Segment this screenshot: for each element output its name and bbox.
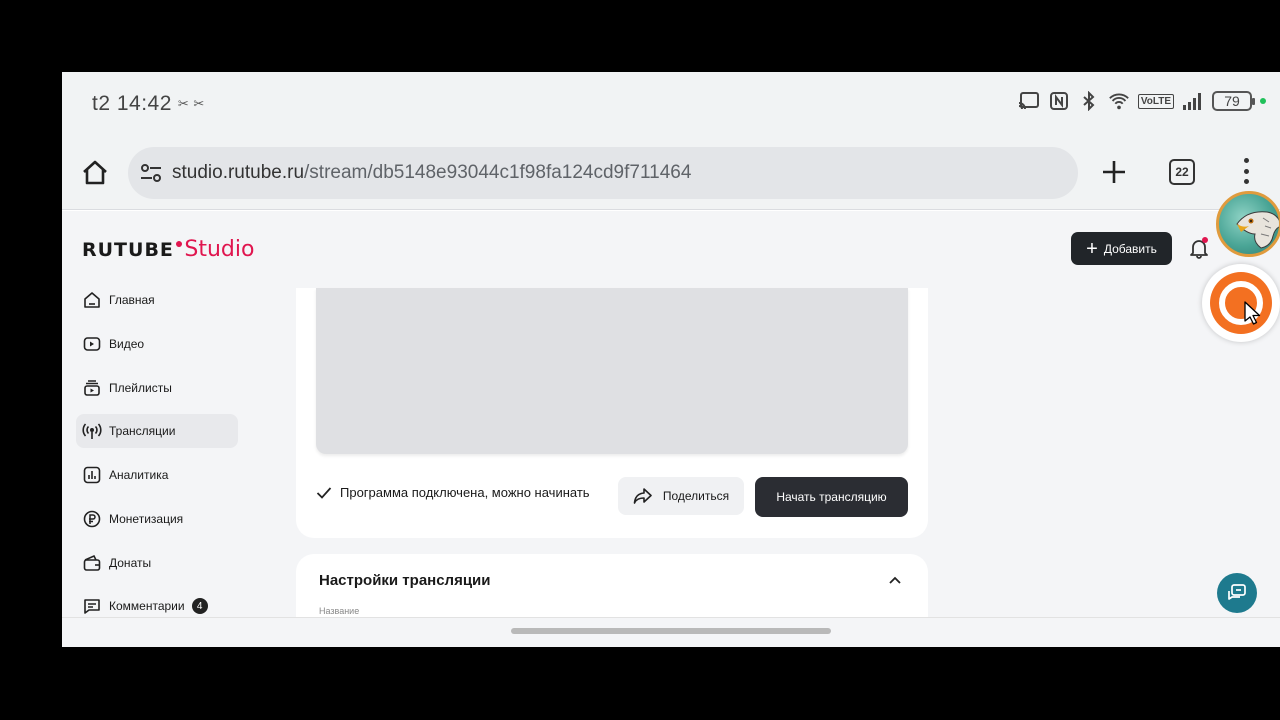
support-chat-button[interactable] xyxy=(1217,573,1257,613)
video-icon xyxy=(82,334,102,354)
gesture-navigation-bar xyxy=(62,617,1280,647)
sidebar-item-video[interactable]: Видео xyxy=(76,327,238,361)
home-icon xyxy=(82,290,102,310)
mouse-cursor-icon xyxy=(1244,301,1261,325)
address-bar[interactable]: studio.rutube.ru/stream/db5148e93044c1f9… xyxy=(128,147,1078,199)
plus-icon xyxy=(1103,161,1125,183)
screen-recorder-button[interactable] xyxy=(1202,264,1280,342)
sidebar-item-label: Плейлисты xyxy=(109,380,172,395)
wifi-icon xyxy=(1108,90,1130,112)
add-button-label: Добавить xyxy=(1103,241,1157,256)
nfc-icon xyxy=(1048,90,1070,112)
logo-dot: ● xyxy=(174,235,184,251)
page: RUTUBE ● Studio + Добавить Главная Видео xyxy=(62,211,1280,617)
cast-icon xyxy=(1018,90,1040,112)
home-gesture-handle[interactable] xyxy=(511,628,831,634)
playlist-icon xyxy=(82,378,102,398)
stream-settings-card: Настройки трансляции Название xyxy=(296,554,928,617)
status-left: t2 14:42 ✂ ✂ xyxy=(92,92,205,116)
analytics-icon xyxy=(82,465,102,485)
share-button-label: Поделиться xyxy=(662,489,730,503)
bluetooth-icon xyxy=(1078,90,1100,112)
logo-studio: Studio xyxy=(184,237,255,262)
comments-count-badge: 4 xyxy=(191,598,208,615)
settings-title: Настройки трансляции xyxy=(319,572,491,589)
site-settings-icon[interactable] xyxy=(138,160,164,186)
sidebar-item-label: Трансляции xyxy=(109,424,176,439)
chat-icon xyxy=(1228,584,1246,600)
volte-indicator: VoLTE xyxy=(1137,93,1174,109)
sidebar-item-donations[interactable]: Донаты xyxy=(76,546,238,580)
connection-status-text: Программа подключена, можно начинать xyxy=(340,485,590,500)
status-bar: t2 14:42 ✂ ✂ VoLTE 79 xyxy=(62,72,1280,134)
sidebar-item-home[interactable]: Главная xyxy=(76,283,238,317)
connection-status: Программа подключена, можно начинать xyxy=(316,485,590,500)
privacy-dot xyxy=(1260,98,1266,104)
clock: t2 14:42 xyxy=(92,92,172,115)
sidebar: Главная Видео Плейлисты Трансляции Анали… xyxy=(76,283,238,617)
start-broadcast-button[interactable]: Начать трансляцию xyxy=(755,477,908,517)
stream-preview xyxy=(316,288,908,454)
rutube-studio-logo[interactable]: RUTUBE ● Studio xyxy=(82,235,255,262)
sidebar-item-comments[interactable]: Комментарии 4 xyxy=(76,589,238,617)
url-path: /stream/db5148e93044c1f98fa124cd9f711464 xyxy=(304,162,692,183)
browser-menu-button[interactable] xyxy=(1236,156,1256,186)
sidebar-item-label: Видео xyxy=(109,336,145,351)
share-button[interactable]: Поделиться xyxy=(618,477,744,515)
sidebar-item-label: Донаты xyxy=(109,555,152,570)
sidebar-item-label: Монетизация xyxy=(109,511,184,526)
stream-card: Программа подключена, можно начинать Под… xyxy=(296,288,928,538)
url-text[interactable]: studio.rutube.ru/stream/db5148e93044c1f9… xyxy=(172,162,691,184)
add-button[interactable]: + Добавить xyxy=(1071,232,1172,265)
checkmark-icon xyxy=(316,486,332,499)
share-icon xyxy=(633,488,652,504)
title-field-label: Название xyxy=(319,606,360,616)
broadcast-icon xyxy=(82,421,102,441)
device-screen: t2 14:42 ✂ ✂ VoLTE 79 studio.rutube.ru/s… xyxy=(62,72,1280,647)
url-host: studio.rutube.ru xyxy=(172,162,305,183)
sidebar-item-label: Комментарии xyxy=(109,599,185,614)
browser-toolbar: studio.rutube.ru/stream/db5148e93044c1f9… xyxy=(62,134,1280,210)
home-icon xyxy=(83,160,107,185)
eagle-avatar-icon xyxy=(1236,211,1279,249)
ruble-icon xyxy=(82,509,102,529)
chevron-up-icon[interactable] xyxy=(886,571,904,589)
wallet-icon xyxy=(82,553,102,573)
logo-main: RUTUBE xyxy=(82,239,174,261)
tab-switcher-button[interactable]: 22 xyxy=(1169,159,1195,185)
battery-indicator: 79 xyxy=(1212,91,1255,111)
sidebar-item-playlists[interactable]: Плейлисты xyxy=(76,371,238,405)
plus-icon: + xyxy=(1086,237,1098,260)
comments-icon xyxy=(82,596,102,616)
sidebar-item-label: Главная xyxy=(109,293,155,307)
sidebar-item-monetization[interactable]: Монетизация xyxy=(76,502,238,536)
sidebar-item-analytics[interactable]: Аналитика xyxy=(76,458,238,492)
floating-avatar[interactable] xyxy=(1216,191,1280,257)
sidebar-item-broadcasts[interactable]: Трансляции xyxy=(76,414,238,449)
notification-dot xyxy=(1202,237,1208,243)
home-button[interactable] xyxy=(80,158,110,188)
new-tab-button[interactable] xyxy=(1100,158,1128,186)
signal-icon xyxy=(1182,90,1204,112)
studio-header: RUTUBE ● Studio + Добавить xyxy=(62,211,1280,288)
sidebar-item-label: Аналитика xyxy=(109,468,169,482)
status-right: VoLTE 79 xyxy=(1018,90,1266,112)
notification-icons: ✂ ✂ xyxy=(177,96,205,111)
